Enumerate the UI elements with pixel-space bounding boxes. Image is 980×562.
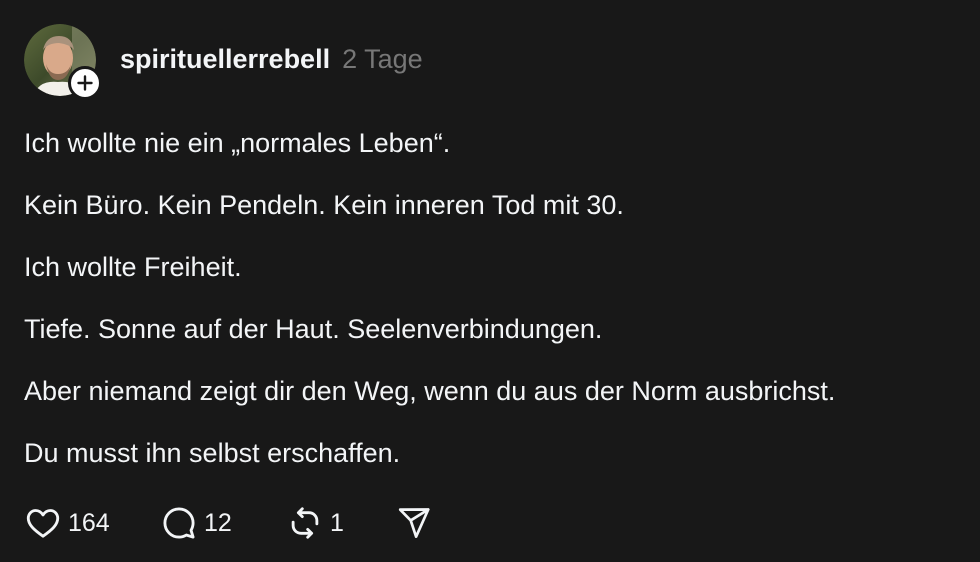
post-text-line: Ich wollte Freiheit. — [24, 252, 242, 282]
reply-button[interactable]: 12 — [160, 504, 286, 542]
reply-count: 12 — [204, 508, 232, 537]
post-text-line: Tiefe. Sonne auf der Haut. Seelenverbind… — [24, 314, 603, 344]
repost-button[interactable]: 1 — [286, 504, 396, 542]
avatar-container[interactable] — [24, 24, 102, 100]
post-header: spirituellerrebell 2 Tage — [24, 24, 423, 100]
heart-icon — [26, 509, 60, 538]
repost-icon — [291, 507, 319, 539]
send-icon — [398, 508, 430, 538]
comment-icon — [163, 507, 195, 539]
timestamp: 2 Tage — [342, 44, 423, 74]
post-meta: spirituellerrebell 2 Tage — [120, 44, 423, 75]
repost-count: 1 — [330, 508, 344, 537]
action-bar: 164 12 1 — [24, 502, 432, 544]
like-button[interactable]: 164 — [24, 504, 160, 542]
username[interactable]: spirituellerrebell — [120, 44, 330, 75]
like-count: 164 — [68, 508, 110, 537]
post-text-line: Kein Büro. Kein Pendeln. Kein inneren To… — [24, 190, 624, 220]
thread-post: spirituellerrebell 2 Tage Ich wollte nie… — [0, 0, 980, 562]
share-button[interactable] — [396, 505, 432, 541]
post-body: Ich wollte nie ein „normales Leben“. Kei… — [24, 124, 964, 496]
plus-icon — [77, 75, 93, 91]
post-text-line: Ich wollte nie ein „normales Leben“. — [24, 128, 451, 158]
post-text-line: Du musst ihn selbst erschaffen. — [24, 438, 401, 468]
follow-button[interactable] — [68, 66, 102, 100]
post-text-line: Aber niemand zeigt dir den Weg, wenn du … — [24, 376, 836, 406]
